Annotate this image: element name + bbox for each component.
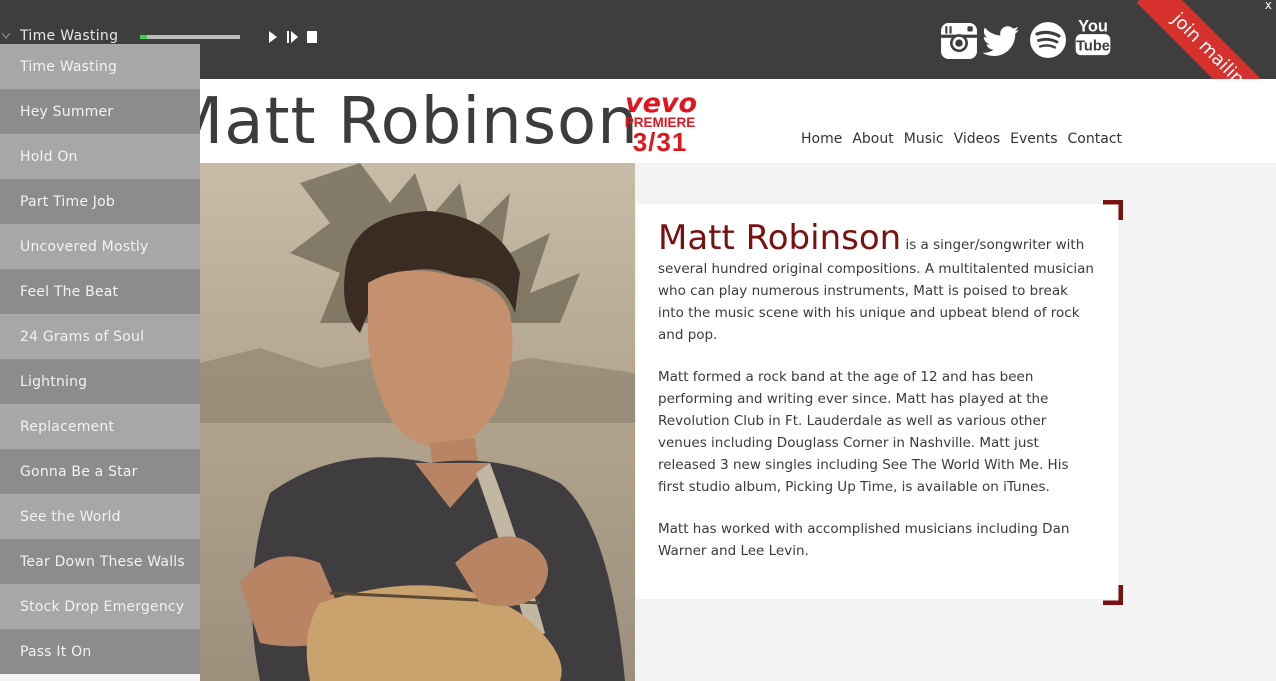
now-playing-title[interactable]: Time Wasting (20, 28, 118, 44)
chevron-down-icon[interactable] (2, 33, 10, 39)
next-track-icon[interactable] (286, 30, 300, 44)
instagram-icon[interactable] (940, 20, 978, 62)
playlist-track[interactable]: Stock Drop Emergency (0, 584, 200, 629)
playlist-track[interactable]: Hold On (0, 134, 200, 179)
nav-about[interactable]: About (852, 131, 893, 147)
twitter-icon[interactable] (982, 21, 1020, 63)
youtube-text-top: You (1078, 17, 1108, 35)
nav-music[interactable]: Music (904, 131, 944, 147)
playlist-track[interactable]: 24 Grams of Soul (0, 314, 200, 359)
playlist-track[interactable]: Time Wasting (0, 44, 200, 89)
playlist-track[interactable]: See the World (0, 494, 200, 539)
youtube-text-bottom: Tube (1076, 39, 1110, 55)
main-nav: Home About Music Videos Events Contact (801, 131, 1122, 147)
spotify-icon[interactable] (1029, 19, 1067, 61)
stop-icon[interactable] (306, 30, 318, 44)
playlist-track[interactable]: Replacement (0, 404, 200, 449)
nav-contact[interactable]: Contact (1068, 131, 1122, 147)
play-icon[interactable] (268, 30, 278, 44)
artist-photo (200, 163, 635, 681)
bio-card: Matt Robinson is a singer/songwriter wit… (636, 200, 1123, 605)
vevo-premiere-badge[interactable]: vevo PREMIERE 3/31 (619, 87, 703, 153)
playlist-track[interactable]: Uncovered Mostly (0, 224, 200, 269)
playlist-track[interactable]: Hey Summer (0, 89, 200, 134)
progress-fill (140, 35, 147, 39)
nav-videos[interactable]: Videos (954, 131, 1001, 147)
playlist-track[interactable]: Gonna Be a Star (0, 449, 200, 494)
corner-bracket-bottom (1103, 585, 1123, 605)
bio-paragraph-1: Matt Robinson is a singer/songwriter wit… (658, 218, 1098, 346)
youtube-icon[interactable]: You Tube (1074, 15, 1112, 57)
playlist-track[interactable]: Feel The Beat (0, 269, 200, 314)
progress-bar[interactable] (140, 35, 240, 39)
close-icon[interactable]: x (1265, 0, 1272, 12)
bio-paragraph-2: Matt formed a rock band at the age of 12… (658, 369, 1069, 495)
playlist-track[interactable]: Tear Down These Walls (0, 539, 200, 584)
bio-paragraph-3: Matt has worked with accomplished musici… (658, 521, 1070, 559)
svg-text:3/31: 3/31 (633, 127, 688, 153)
nav-home[interactable]: Home (801, 131, 842, 147)
playlist-dropdown: Time Wasting Hey Summer Hold On Part Time J… (0, 44, 200, 681)
corner-bracket-top (1103, 200, 1123, 220)
bio-text: Matt Robinson is a singer/songwriter wit… (658, 218, 1098, 582)
playlist-track[interactable]: Lightning (0, 359, 200, 404)
playlist-track[interactable]: Pass It On (0, 629, 200, 674)
site-title[interactable]: Matt Robinson (168, 85, 639, 159)
nav-events[interactable]: Events (1010, 131, 1057, 147)
playlist-track[interactable]: Part Time Job (0, 179, 200, 224)
bio-name: Matt Robinson (658, 218, 902, 258)
